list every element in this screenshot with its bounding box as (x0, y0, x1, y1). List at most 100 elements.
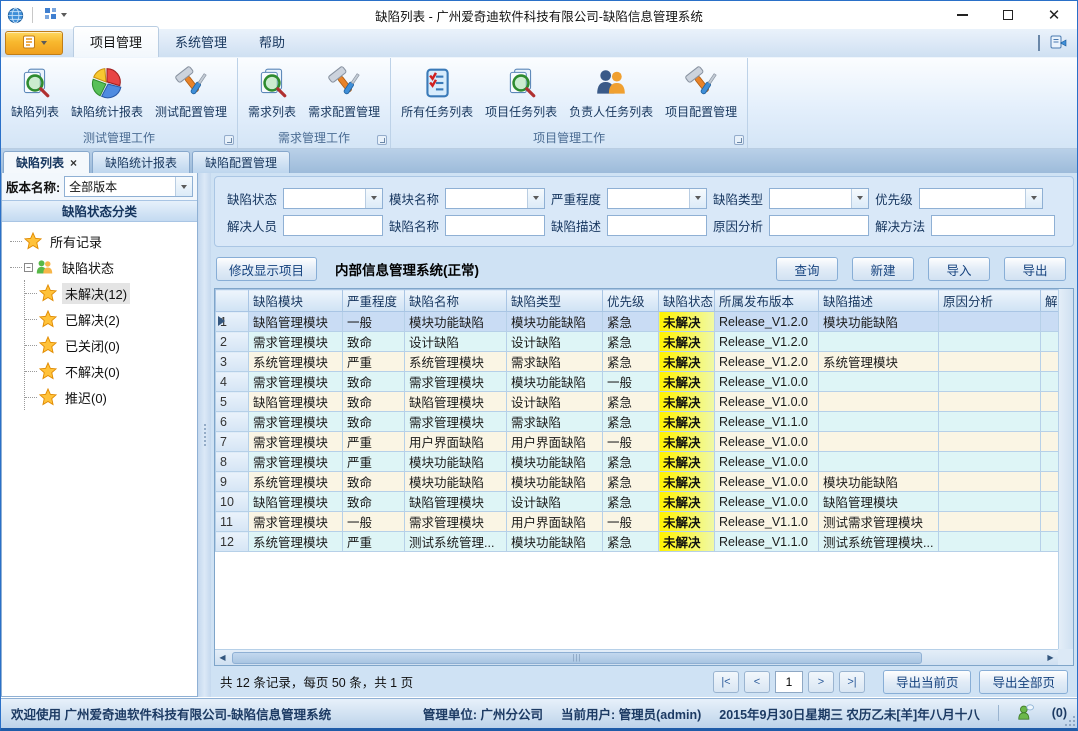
table-row[interactable]: 11需求管理模块一般需求管理模块用户界面缺陷一般未解决Release_V1.1.… (216, 512, 1059, 532)
filter-input-解决人员[interactable] (283, 215, 383, 236)
cell: 缺陷管理模块 (405, 492, 507, 512)
doc-tab-缺陷列表[interactable]: 缺陷列表× (3, 151, 90, 173)
cell: 需求缺陷 (507, 352, 603, 372)
combobox-dropdown-button[interactable] (1025, 189, 1042, 208)
horizontal-scrollbar[interactable]: ◀ ||| ▶ (215, 649, 1058, 665)
table-row[interactable]: 8需求管理模块严重模块功能缺陷模块功能缺陷紧急未解决Release_V1.0.0 (216, 452, 1059, 472)
cell (819, 372, 939, 392)
column-header-解决[interactable]: 解决 (1041, 290, 1059, 312)
collapse-ribbon-button[interactable] (1038, 37, 1040, 51)
doc-tab-缺陷统计报表[interactable]: 缺陷统计报表 (92, 151, 190, 173)
next-page-button[interactable]: > (808, 671, 834, 693)
filter-input-缺陷描述[interactable] (607, 215, 707, 236)
column-header-优先级[interactable]: 优先级 (603, 290, 659, 312)
tree-item-推迟(0)[interactable]: 推迟(0) (25, 384, 197, 410)
action-button-新建[interactable]: 新建 (852, 257, 914, 281)
column-header-缺陷模块[interactable]: 缺陷模块 (249, 290, 343, 312)
tree-item-所有记录[interactable]: 所有记录 (10, 228, 197, 254)
combobox-dropdown-button[interactable] (175, 177, 192, 196)
table-row[interactable]: 9系统管理模块致命模块功能缺陷模块功能缺陷紧急未解决Release_V1.0.0… (216, 472, 1059, 492)
first-page-button[interactable]: |< (713, 671, 739, 693)
filter-combobox-优先级[interactable] (919, 188, 1043, 209)
resize-grip[interactable] (1065, 716, 1075, 726)
ribbon-tab-系统管理[interactable]: 系统管理 (159, 27, 243, 57)
filter-input-缺陷名称[interactable] (445, 215, 545, 236)
filter-combobox-缺陷状态[interactable] (283, 188, 383, 209)
quick-access-toolbar-button[interactable] (41, 5, 70, 26)
export-all-pages-button[interactable]: 导出全部页 (979, 670, 1068, 694)
export-current-page-button[interactable]: 导出当前页 (883, 670, 972, 694)
ribbon-tab-帮助[interactable]: 帮助 (243, 27, 301, 57)
page-number-input[interactable] (775, 671, 803, 693)
version-combobox[interactable]: 全部版本 (64, 176, 193, 197)
column-header-缺陷类型[interactable]: 缺陷类型 (507, 290, 603, 312)
scroll-left-icon[interactable]: ◀ (215, 650, 230, 665)
table-row[interactable]: 1缺陷管理模块一般模块功能缺陷模块功能缺陷紧急未解决Release_V1.2.0… (216, 312, 1059, 332)
ribbon-button-所有任务列表[interactable]: 所有任务列表 (395, 61, 479, 123)
table-row[interactable]: 5缺陷管理模块致命缺陷管理模块设计缺陷紧急未解决Release_V1.0.0 (216, 392, 1059, 412)
tree-item-未解决(12)[interactable]: 未解决(12) (25, 280, 197, 306)
doc-tab-缺陷配置管理[interactable]: 缺陷配置管理 (192, 151, 290, 173)
column-header-所属发布版本[interactable]: 所属发布版本 (715, 290, 819, 312)
combobox-dropdown-button[interactable] (527, 189, 544, 208)
tree-item-已解决(2)[interactable]: 已解决(2) (25, 306, 197, 332)
dialog-launcher-icon[interactable] (224, 135, 234, 145)
ribbon-button-项目配置管理[interactable]: 项目配置管理 (659, 61, 743, 123)
last-page-button[interactable]: >| (839, 671, 865, 693)
prev-page-button[interactable]: < (744, 671, 770, 693)
modify-display-columns-button[interactable]: 修改显示项目 (216, 257, 317, 281)
ribbon-button-缺陷列表[interactable]: 缺陷列表 (5, 61, 65, 123)
table-row[interactable]: 3系统管理模块严重系统管理模块需求缺陷紧急未解决Release_V1.2.0系统… (216, 352, 1059, 372)
application-menu-button[interactable] (5, 31, 63, 55)
column-header-缺陷状态[interactable]: 缺陷状态 (659, 290, 715, 312)
scroll-right-icon[interactable]: ▶ (1043, 650, 1058, 665)
action-button-导入[interactable]: 导入 (928, 257, 990, 281)
column-header-严重程度[interactable]: 严重程度 (343, 290, 405, 312)
tree-item-已关闭(0)[interactable]: 已关闭(0) (25, 332, 197, 358)
messages-person-icon[interactable] (1017, 704, 1034, 723)
help-icon[interactable] (1050, 34, 1067, 53)
maximize-button[interactable] (985, 1, 1031, 29)
table-row[interactable]: 6需求管理模块致命需求管理模块需求缺陷紧急未解决Release_V1.1.0 (216, 412, 1059, 432)
close-tab-icon[interactable]: × (70, 156, 77, 170)
ribbon-button-负责人任务列表[interactable]: 负责人任务列表 (563, 61, 659, 123)
filter-input-原因分析[interactable] (769, 215, 869, 236)
filter-combobox-严重程度[interactable] (607, 188, 707, 209)
combobox-dropdown-button[interactable] (689, 189, 706, 208)
table-row[interactable]: 7需求管理模块严重用户界面缺陷用户界面缺陷一般未解决Release_V1.0.0 (216, 432, 1059, 452)
ribbon-button-项目任务列表[interactable]: 项目任务列表 (479, 61, 563, 123)
filter-input-解决方法[interactable] (931, 215, 1055, 236)
tree-collapse-icon[interactable]: − (24, 263, 33, 272)
combobox-dropdown-button[interactable] (365, 189, 382, 208)
close-button[interactable]: ✕ (1031, 1, 1077, 29)
filter-combobox-缺陷类型[interactable] (769, 188, 869, 209)
table-row[interactable]: 4需求管理模块致命需求管理模块模块功能缺陷一般未解决Release_V1.0.0 (216, 372, 1059, 392)
row-indicator-header[interactable] (216, 290, 249, 312)
tree-item-不解决(0)[interactable]: 不解决(0) (25, 358, 197, 384)
cell: 未解决 (659, 512, 715, 532)
ribbon-button-缺陷统计报表[interactable]: 缺陷统计报表 (65, 61, 149, 123)
action-button-查询[interactable]: 查询 (776, 257, 838, 281)
dialog-launcher-icon[interactable] (377, 135, 387, 145)
combobox-dropdown-button[interactable] (851, 189, 868, 208)
table-row[interactable]: 2需求管理模块致命设计缺陷设计缺陷紧急未解决Release_V1.2.0 (216, 332, 1059, 352)
ribbon-button-需求配置管理[interactable]: 需求配置管理 (302, 61, 386, 123)
dialog-launcher-icon[interactable] (734, 135, 744, 145)
defect-table: 缺陷模块严重程度缺陷名称缺陷类型优先级缺陷状态所属发布版本缺陷描述原因分析解决1… (215, 289, 1058, 552)
ribbon-button-测试配置管理[interactable]: 测试配置管理 (149, 61, 233, 123)
action-button-导出[interactable]: 导出 (1004, 257, 1066, 281)
filter-combobox-模块名称[interactable] (445, 188, 545, 209)
vertical-scrollbar[interactable] (1058, 289, 1073, 649)
table-row[interactable]: 10缺陷管理模块致命缺陷管理模块设计缺陷紧急未解决Release_V1.0.0缺… (216, 492, 1059, 512)
ribbon-button-需求列表[interactable]: 需求列表 (242, 61, 302, 123)
column-header-缺陷描述[interactable]: 缺陷描述 (819, 290, 939, 312)
column-header-缺陷名称[interactable]: 缺陷名称 (405, 290, 507, 312)
tree-item-缺陷状态[interactable]: −缺陷状态 (10, 254, 197, 280)
splitter-handle[interactable] (198, 173, 211, 697)
minimize-button[interactable] (939, 1, 985, 29)
column-header-原因分析[interactable]: 原因分析 (939, 290, 1041, 312)
table-row[interactable]: 12系统管理模块严重测试系统管理...模块功能缺陷紧急未解决Release_V1… (216, 532, 1059, 552)
ribbon-tab-项目管理[interactable]: 项目管理 (73, 26, 159, 57)
cell: 用户界面缺陷 (405, 432, 507, 452)
scrollbar-thumb[interactable]: ||| (232, 652, 922, 664)
